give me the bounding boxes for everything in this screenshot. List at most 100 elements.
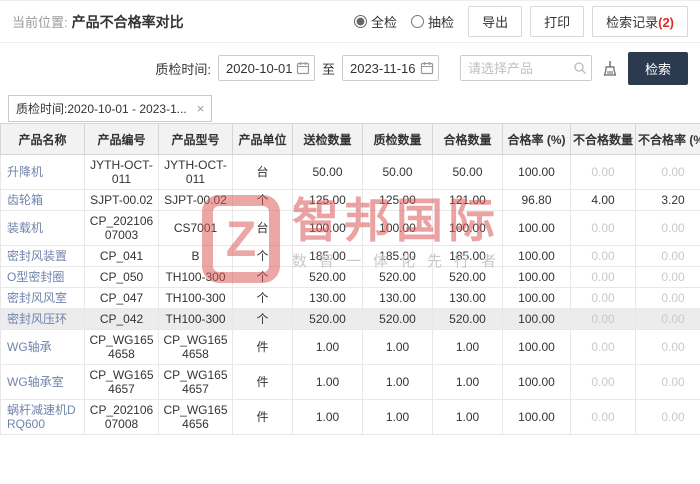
cell-code: CP_20210607008 [85,400,159,435]
cell-passed: 520.00 [433,267,503,288]
cell-pass_rate: 100.00 [503,267,571,288]
cell-code: JYTH-OCT-011 [85,155,159,190]
cell-checked: 1.00 [363,365,433,400]
product-name-link[interactable]: O型密封圈 [1,267,85,288]
product-name-link[interactable]: 密封风压环 [1,309,85,330]
tag-close-icon[interactable]: × [197,102,205,115]
radio-sample-inspection-input[interactable] [411,15,424,28]
cell-unit: 台 [233,155,293,190]
table-header-cell: 质检数量 [363,124,433,155]
cell-checked: 100.00 [363,211,433,246]
cell-pass_rate: 100.00 [503,288,571,309]
date-from-wrap [218,55,315,81]
cell-unit: 件 [233,330,293,365]
cell-unit: 个 [233,267,293,288]
date-to-wrap [342,55,439,81]
radio-full-inspection[interactable]: 全检 [354,12,397,31]
search-button[interactable]: 检索 [628,52,688,85]
radio-full-inspection-label: 全检 [371,12,397,31]
cell-model: CP_WG1654656 [159,400,233,435]
search-records-button[interactable]: 检索记录(2) [592,6,688,37]
cell-unit: 件 [233,365,293,400]
radio-full-inspection-input[interactable] [354,15,367,28]
filter-tag-text: 质检时间:2020-10-01 - 2023-1... [16,100,187,117]
filter-tag: 质检时间:2020-10-01 - 2023-1... × [8,95,212,122]
cell-fail_qty: 4.00 [571,190,636,211]
date-to-input[interactable] [342,55,439,81]
cell-passed: 1.00 [433,365,503,400]
cell-passed: 121.00 [433,190,503,211]
cell-fail_rate: 0.00 [636,330,700,365]
table-header-row: 产品名称产品编号产品型号产品单位送检数量质检数量合格数量合格率 (%)不合格数量… [1,124,700,155]
cell-fail_qty: 0.00 [571,155,636,190]
table-row[interactable]: 密封风风室CP_047TH100-300个130.00130.00130.001… [1,288,700,309]
cell-unit: 个 [233,246,293,267]
clear-filter-broom-icon[interactable] [599,57,621,79]
cell-unit: 个 [233,309,293,330]
cell-sent: 130.00 [293,288,363,309]
cell-pass_rate: 96.80 [503,190,571,211]
print-button[interactable]: 打印 [530,6,584,37]
product-name-link[interactable]: WG轴承 [1,330,85,365]
cell-fail_qty: 0.00 [571,211,636,246]
product-name-link[interactable]: 升降机 [1,155,85,190]
results-table: 产品名称产品编号产品型号产品单位送检数量质检数量合格数量合格率 (%)不合格数量… [0,123,700,435]
cell-checked: 520.00 [363,309,433,330]
cell-model: CP_WG1654658 [159,330,233,365]
cell-model: CP_WG1654657 [159,365,233,400]
cell-code: CP_041 [85,246,159,267]
cell-fail_rate: 0.00 [636,155,700,190]
radio-sample-inspection-label: 抽检 [428,12,454,31]
cell-code: CP_042 [85,309,159,330]
table-row[interactable]: 密封风装置CP_041B个185.00185.00185.00100.000.0… [1,246,700,267]
cell-fail_qty: 0.00 [571,267,636,288]
table-row[interactable]: WG轴承CP_WG1654658CP_WG1654658件1.001.001.0… [1,330,700,365]
app-window: 当前位置: 产品不合格率对比 全检 抽检 导出 打印 检索记录(2) 质检时间:… [0,0,700,484]
product-name-link[interactable]: 齿轮箱 [1,190,85,211]
topbar-actions: 全检 抽检 导出 打印 检索记录(2) [354,6,688,37]
cell-code: CP_050 [85,267,159,288]
cell-fail_qty: 0.00 [571,288,636,309]
cell-pass_rate: 100.00 [503,365,571,400]
table-header-cell: 产品单位 [233,124,293,155]
export-button[interactable]: 导出 [468,6,522,37]
cell-checked: 185.00 [363,246,433,267]
cell-fail_rate: 3.20 [636,190,700,211]
cell-fail_rate: 0.00 [636,309,700,330]
cell-pass_rate: 100.00 [503,400,571,435]
cell-model: JYTH-OCT-011 [159,155,233,190]
cell-checked: 1.00 [363,330,433,365]
product-name-link[interactable]: 密封风装置 [1,246,85,267]
cell-pass_rate: 100.00 [503,211,571,246]
radio-sample-inspection[interactable]: 抽检 [411,12,454,31]
cell-fail_qty: 0.00 [571,400,636,435]
table-header-cell: 产品型号 [159,124,233,155]
cell-passed: 520.00 [433,309,503,330]
date-from-input[interactable] [218,55,315,81]
cell-checked: 125.00 [363,190,433,211]
table-row[interactable]: 装载机CP_20210607003CS7001台100.00100.00100.… [1,211,700,246]
cell-sent: 50.00 [293,155,363,190]
table-row[interactable]: O型密封圈CP_050TH100-300个520.00520.00520.001… [1,267,700,288]
cell-sent: 100.00 [293,211,363,246]
product-name-link[interactable]: 密封风风室 [1,288,85,309]
product-select-input[interactable] [460,55,592,81]
table-row[interactable]: 齿轮箱SJPT-00.02SJPT-00.02个125.00125.00121.… [1,190,700,211]
cell-unit: 件 [233,400,293,435]
cell-unit: 个 [233,288,293,309]
table-row[interactable]: 密封风压环CP_042TH100-300个520.00520.00520.001… [1,309,700,330]
cell-fail_qty: 0.00 [571,309,636,330]
cell-unit: 台 [233,211,293,246]
table-row[interactable]: WG轴承室CP_WG1654657CP_WG1654657件1.001.001.… [1,365,700,400]
results-table-head: 产品名称产品编号产品型号产品单位送检数量质检数量合格数量合格率 (%)不合格数量… [1,124,700,155]
inspection-date-label: 质检时间: [155,59,211,78]
table-row[interactable]: 蜗杆减速机DRQ600CP_20210607008CP_WG1654656件1.… [1,400,700,435]
cell-model: B [159,246,233,267]
table-header-cell: 送检数量 [293,124,363,155]
table-row[interactable]: 升降机JYTH-OCT-011JYTH-OCT-011台50.0050.0050… [1,155,700,190]
page-title: 产品不合格率对比 [72,12,184,32]
product-name-link[interactable]: 装载机 [1,211,85,246]
cell-passed: 100.00 [433,211,503,246]
product-name-link[interactable]: WG轴承室 [1,365,85,400]
product-name-link[interactable]: 蜗杆减速机DRQ600 [1,400,85,435]
